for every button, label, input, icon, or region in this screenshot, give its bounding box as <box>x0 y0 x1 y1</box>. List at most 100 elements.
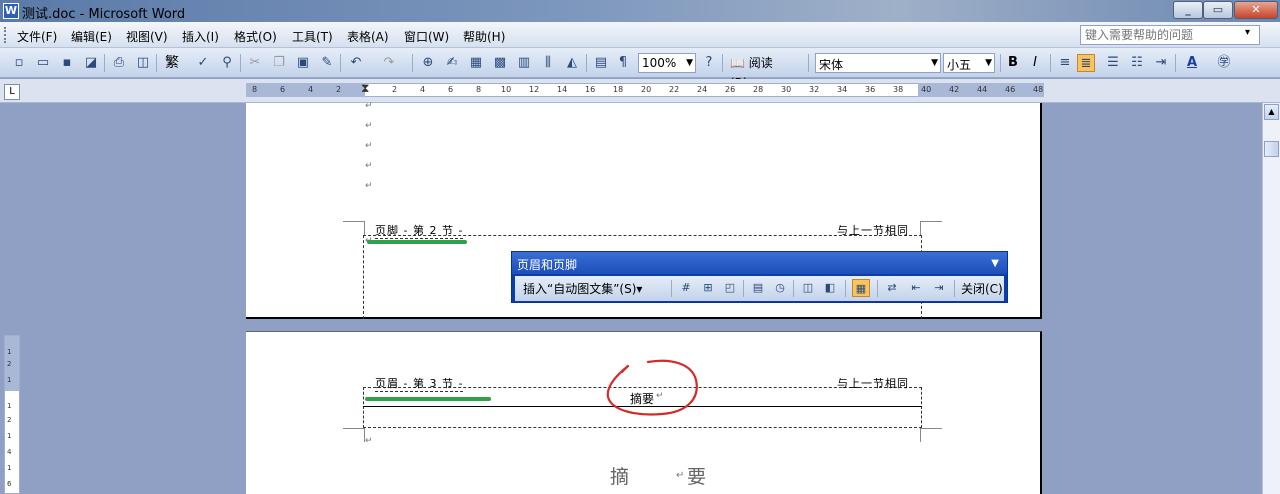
menu-window[interactable]: 窗口(W) <box>404 28 449 45</box>
vertical-ruler[interactable]: 1 2 1 1 2 1 4 1 6 <box>4 335 20 494</box>
bold-button[interactable]: B <box>1004 54 1022 72</box>
word-app-icon[interactable]: W <box>3 3 19 19</box>
traditional-chinese-button[interactable]: 繁 <box>163 54 181 72</box>
menu-table[interactable]: 表格(A) <box>347 28 389 45</box>
chevron-down-icon[interactable]: ▼ <box>931 58 938 68</box>
undo-icon[interactable]: ↶ <box>347 54 365 72</box>
tab-selector[interactable]: L <box>4 84 20 100</box>
help-search-input[interactable] <box>1080 25 1260 45</box>
margin-corner <box>343 428 365 442</box>
toolbar-separator <box>808 54 809 72</box>
show-previous-icon[interactable]: ⇤ <box>907 279 925 297</box>
link-to-previous-icon[interactable]: ▦ <box>852 279 870 297</box>
vruler-tick: 4 <box>7 448 12 456</box>
toolbar-separator <box>1000 54 1001 72</box>
date-icon[interactable]: ▤ <box>749 279 767 297</box>
paragraph-mark: ↵ <box>676 470 685 481</box>
paragraph-mark: ↵ <box>365 161 373 171</box>
page-number-icon[interactable]: # <box>677 279 695 297</box>
book-icon: 📖 <box>730 56 745 70</box>
menu-file[interactable]: 文件(F) <box>17 28 57 45</box>
zoom-select[interactable]: 100% ▼ <box>638 53 696 73</box>
font-select[interactable]: 宋体 ▼ <box>815 53 941 73</box>
chevron-down-icon[interactable]: ▼ <box>686 58 693 68</box>
columns-icon[interactable]: ▥ <box>515 54 533 72</box>
copy-icon[interactable]: ❐ <box>270 54 288 72</box>
menu-view[interactable]: 视图(V) <box>126 28 168 45</box>
print-icon[interactable]: ⎙ <box>110 54 128 72</box>
justify-icon[interactable]: ≡ <box>1056 54 1074 72</box>
maximize-button[interactable]: ▭ <box>1203 1 1233 19</box>
phonetic-guide-icon[interactable]: ㊫ <box>1215 54 1233 72</box>
horizontal-ruler[interactable]: 8 6 4 2 ⧗ 2 4 6 8 10 12 14 16 18 20 22 2… <box>0 79 1280 103</box>
menu-format[interactable]: 格式(O) <box>234 28 277 45</box>
format-page-number-icon[interactable]: ◰ <box>721 279 739 297</box>
toolbar-options-icon[interactable]: ▼ <box>991 258 999 269</box>
menu-grip[interactable] <box>4 27 7 43</box>
insert-autotext-button[interactable]: 插入“自动图文集”(S)▾ <box>523 280 642 297</box>
toolbar-separator <box>1175 54 1176 72</box>
scroll-thumb[interactable] <box>1264 141 1279 157</box>
close-button[interactable]: ✕ <box>1234 1 1278 19</box>
print-preview-icon[interactable]: ◫ <box>134 54 152 72</box>
abstract-heading[interactable]: 摘 要 <box>610 462 732 489</box>
tables-borders-icon[interactable]: ✍ <box>443 54 461 72</box>
hf-toolbar-title[interactable]: 页眉和页脚 <box>512 252 1007 274</box>
numbering-icon[interactable]: ☰ <box>1104 54 1122 72</box>
menu-insert[interactable]: 插入(I) <box>182 28 219 45</box>
page-setup-icon[interactable]: ◫ <box>799 279 817 297</box>
bullets-icon[interactable]: ☷ <box>1128 54 1146 72</box>
permission-icon[interactable]: ◪ <box>82 54 100 72</box>
open-folder-icon[interactable]: ▭ <box>34 54 52 72</box>
close-header-footer-button[interactable]: 关闭(C) <box>961 280 1003 297</box>
insert-table-icon[interactable]: ▦ <box>467 54 485 72</box>
save-icon[interactable]: ▪ <box>58 54 76 72</box>
ruler-tick: 34 <box>837 85 848 94</box>
chevron-down-icon[interactable]: ▼ <box>985 58 992 68</box>
scroll-up-icon[interactable]: ▲ <box>1264 104 1279 120</box>
new-document-icon[interactable]: ▫ <box>10 54 28 72</box>
drawing-icon[interactable]: ◭ <box>563 54 581 72</box>
redo-icon[interactable]: ↷ <box>380 54 398 72</box>
columns-layout-icon[interactable]: ⫼ <box>539 54 557 72</box>
ruler-tick: 18 <box>613 85 624 94</box>
align-left-icon[interactable]: ≣ <box>1077 54 1095 72</box>
read-button[interactable]: 📖 阅读(R) <box>728 53 790 90</box>
ruler-tick: 22 <box>669 85 680 94</box>
menu-edit[interactable]: 编辑(E) <box>71 28 112 45</box>
indent-icon[interactable]: ⇥ <box>1152 54 1170 72</box>
insert-excel-icon[interactable]: ▩ <box>491 54 509 72</box>
hyperlink-icon[interactable]: ⊕ <box>419 54 437 72</box>
document-map-icon[interactable]: ▤ <box>592 54 610 72</box>
research-icon[interactable]: ⚲ <box>218 54 236 72</box>
ruler-tick: 26 <box>725 85 736 94</box>
cut-icon[interactable]: ✂ <box>246 54 264 72</box>
format-painter-icon[interactable]: ✎ <box>318 54 336 72</box>
help-icon[interactable]: ? <box>700 54 718 72</box>
paste-icon[interactable]: ▣ <box>294 54 312 72</box>
show-document-text-icon[interactable]: ◧ <box>821 279 839 297</box>
help-dropdown-icon[interactable]: ▾ <box>1245 27 1250 38</box>
font-size-select[interactable]: 小五 ▼ <box>943 53 995 73</box>
time-icon[interactable]: ◷ <box>771 279 789 297</box>
toolbar-separator <box>722 54 723 72</box>
show-hide-icon[interactable]: ¶ <box>614 54 632 72</box>
green-highlight-mark <box>367 240 467 244</box>
ruler-tick: 6 <box>448 85 454 94</box>
switch-header-footer-icon[interactable]: ⇄ <box>883 279 901 297</box>
spelling-icon[interactable]: ✓ <box>194 54 212 72</box>
font-color-button[interactable]: A <box>1183 54 1201 72</box>
font-value: 宋体 <box>819 58 844 72</box>
page-count-icon[interactable]: ⊞ <box>699 279 717 297</box>
minimize-button[interactable]: _ <box>1173 1 1203 19</box>
indent-marker-icon[interactable]: ⧗ <box>361 81 369 96</box>
menu-tools[interactable]: 工具(T) <box>292 28 333 45</box>
italic-button[interactable]: I <box>1026 54 1044 72</box>
ruler-tick: 36 <box>865 85 876 94</box>
vruler-tick: 6 <box>7 480 12 488</box>
menu-help[interactable]: 帮助(H) <box>463 28 505 45</box>
show-next-icon[interactable]: ⇥ <box>930 279 948 297</box>
ruler-tick: 16 <box>585 85 596 94</box>
toolbar-separator <box>340 54 341 72</box>
vertical-scrollbar[interactable]: ▲ <box>1262 103 1280 494</box>
